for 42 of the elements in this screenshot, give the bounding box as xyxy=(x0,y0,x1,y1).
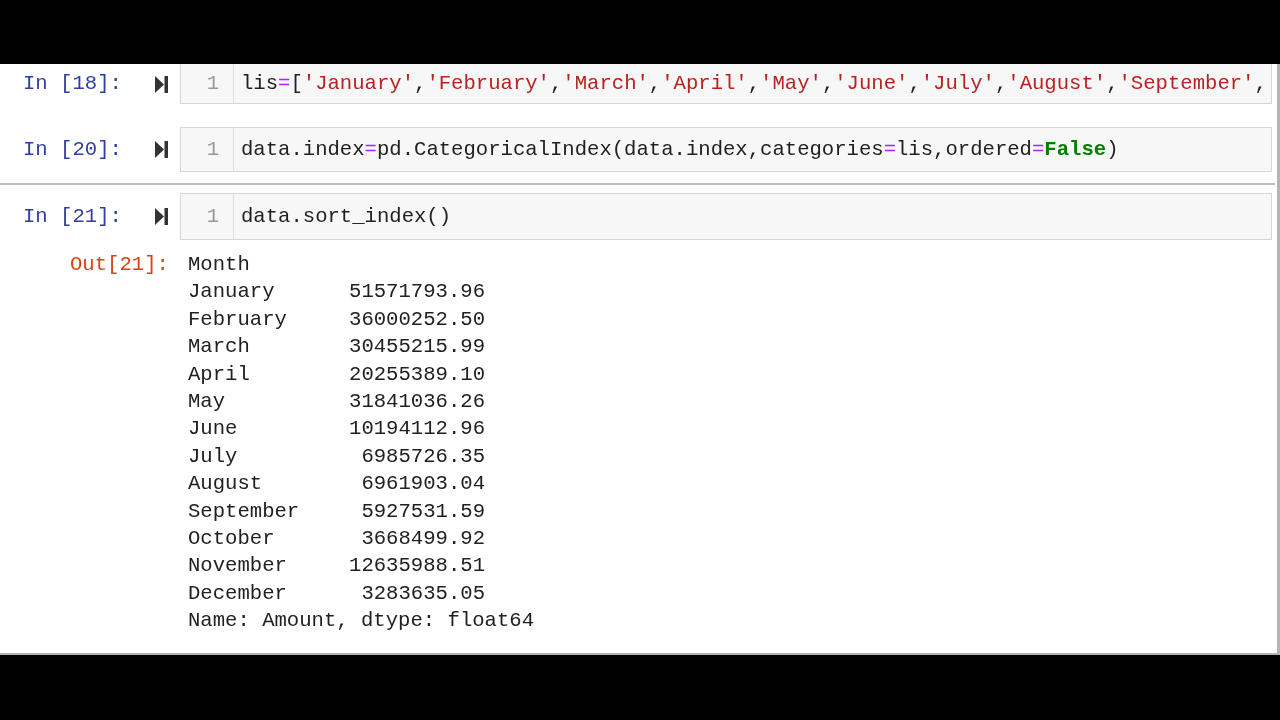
code-line: lis=['January','February','March','April','May','June','July','August','September', xyxy=(241,70,1267,97)
index-name: Month xyxy=(188,252,250,278)
index-label: April xyxy=(188,361,251,388)
code-editor[interactable]: 1 data.sort_index() xyxy=(180,193,1272,240)
index-label: May xyxy=(188,389,227,416)
code-editor[interactable]: 1 data.index=pd.CategoricalIndex(data.index,categories=lis,ordered=False) xyxy=(180,127,1272,172)
series-value: 6985726.35 xyxy=(360,443,485,470)
line-number: 1 xyxy=(206,203,219,230)
skip-forward-icon[interactable] xyxy=(155,75,168,93)
line-number: 1 xyxy=(206,70,219,97)
index-label: January xyxy=(188,279,276,306)
code-editor[interactable]: 1 lis=['January','February','March','April','May','June','July','August','September', xyxy=(180,64,1272,104)
series-value: 20255389.10 xyxy=(349,361,485,388)
skip-forward-icon[interactable] xyxy=(155,141,168,158)
series-value: 10194112.96 xyxy=(349,416,485,443)
series-value: 5927531.59 xyxy=(360,498,485,525)
index-label: September xyxy=(188,498,301,525)
index-label: October xyxy=(188,526,276,553)
input-prompt: In [21]: xyxy=(23,203,123,230)
index-label: August xyxy=(188,471,264,498)
input-prompt: In [18]: xyxy=(23,71,123,98)
index-label: December xyxy=(188,580,288,607)
output-prompt: Out[21]: xyxy=(70,252,170,278)
series-value: 6961903.04 xyxy=(360,471,485,498)
series-value: 31841036.26 xyxy=(349,389,485,416)
index-label: June xyxy=(188,416,239,443)
code-line: data.sort_index() xyxy=(241,203,452,230)
series-value: 3668499.92 xyxy=(360,526,485,553)
index-label: March xyxy=(188,334,251,361)
series-value: 51571793.96 xyxy=(349,279,485,306)
line-number: 1 xyxy=(206,136,219,163)
index-label: November xyxy=(188,553,288,580)
series-value: 12635988.51 xyxy=(349,553,485,580)
skip-forward-icon[interactable] xyxy=(155,208,168,225)
series-value: 30455215.99 xyxy=(349,334,485,361)
series-value: 36000252.50 xyxy=(349,306,485,333)
series-value: 3283635.05 xyxy=(360,580,485,607)
input-prompt: In [20]: xyxy=(23,136,123,163)
series-info: Name: Amount, dtype: float64 xyxy=(188,608,535,635)
code-line: data.index=pd.CategoricalIndex(data.index,categories=lis,ordered=False) xyxy=(241,136,1119,163)
index-label: February xyxy=(188,306,288,333)
index-label: July xyxy=(188,443,239,470)
